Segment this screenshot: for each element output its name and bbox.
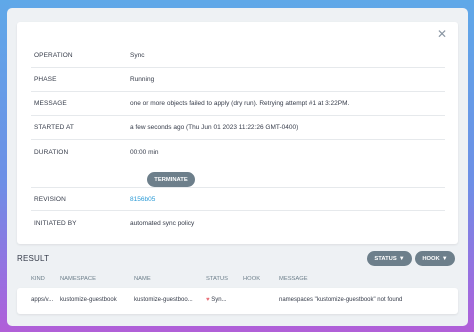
column-status: STATUS <box>206 276 229 282</box>
result-title: RESULT <box>17 254 50 263</box>
cell-namespace: kustomize-guestbook <box>60 297 117 303</box>
result-table-header: KIND NAMESPACE NAME STATUS HOOK MESSAGE <box>31 276 451 286</box>
row-phase: PHASE Running <box>31 68 445 92</box>
row-revision: REVISION 8156b05 <box>31 187 445 211</box>
hook-filter-label: HOOK <box>422 255 440 262</box>
column-kind: KIND <box>31 276 45 282</box>
revision-link[interactable]: 8156b05 <box>130 196 445 203</box>
column-hook: HOOK <box>243 276 261 282</box>
initiated-by-label: INITIATED BY <box>34 219 77 227</box>
hook-filter-button[interactable]: HOOK ▼ <box>415 251 455 266</box>
duration-value: 00:00 min <box>130 148 159 156</box>
cell-status-label: Syn... <box>211 297 227 303</box>
terminate-button[interactable]: TERMINATE <box>147 172 195 187</box>
cell-name: kustomize-guestboo... <box>134 297 193 303</box>
cell-status: ♥ Syn... <box>206 297 227 303</box>
column-message: MESSAGE <box>279 276 308 282</box>
operation-value: Sync <box>130 52 145 59</box>
revision-label: REVISION <box>34 195 66 203</box>
started-at-value: a few seconds ago (Thu Jun 01 2023 11:22… <box>130 124 299 131</box>
column-name: NAME <box>134 276 151 282</box>
row-duration: DURATION 00:00 min <box>31 140 445 164</box>
row-operation: OPERATION Sync <box>31 44 445 68</box>
close-icon[interactable]: ✕ <box>436 28 448 40</box>
cell-message: namespaces "kustomize-guestbook" not fou… <box>279 297 403 303</box>
heart-icon: ♥ <box>206 297 210 303</box>
row-initiated-by: INITIATED BY automated sync policy <box>31 211 445 235</box>
started-at-label: STARTED AT <box>34 124 75 131</box>
status-filter-label: STATUS <box>374 255 397 262</box>
initiated-by-value: automated sync policy <box>130 219 195 227</box>
status-filter-button[interactable]: STATUS ▼ <box>367 251 412 266</box>
table-row[interactable]: apps/v... kustomize-guestbook kustomize-… <box>17 288 458 314</box>
duration-label: DURATION <box>34 148 69 156</box>
operation-label: OPERATION <box>34 52 73 59</box>
column-namespace: NAMESPACE <box>60 276 96 282</box>
row-started-at: STARTED AT a few seconds ago (Thu Jun 01… <box>31 116 445 140</box>
message-label: MESSAGE <box>34 100 67 107</box>
message-value: one or more objects failed to apply (dry… <box>130 100 350 107</box>
row-message: MESSAGE one or more objects failed to ap… <box>31 92 445 116</box>
filter-icon: ▼ <box>441 255 448 262</box>
phase-value: Running <box>130 76 155 83</box>
operation-details-card: ✕ OPERATION Sync PHASE Running MESSAGE o… <box>17 22 458 244</box>
cell-kind: apps/v... <box>31 297 54 303</box>
filter-icon: ▼ <box>398 255 405 262</box>
sync-operation-panel: ✕ OPERATION Sync PHASE Running MESSAGE o… <box>7 8 468 326</box>
phase-label: PHASE <box>34 76 57 83</box>
